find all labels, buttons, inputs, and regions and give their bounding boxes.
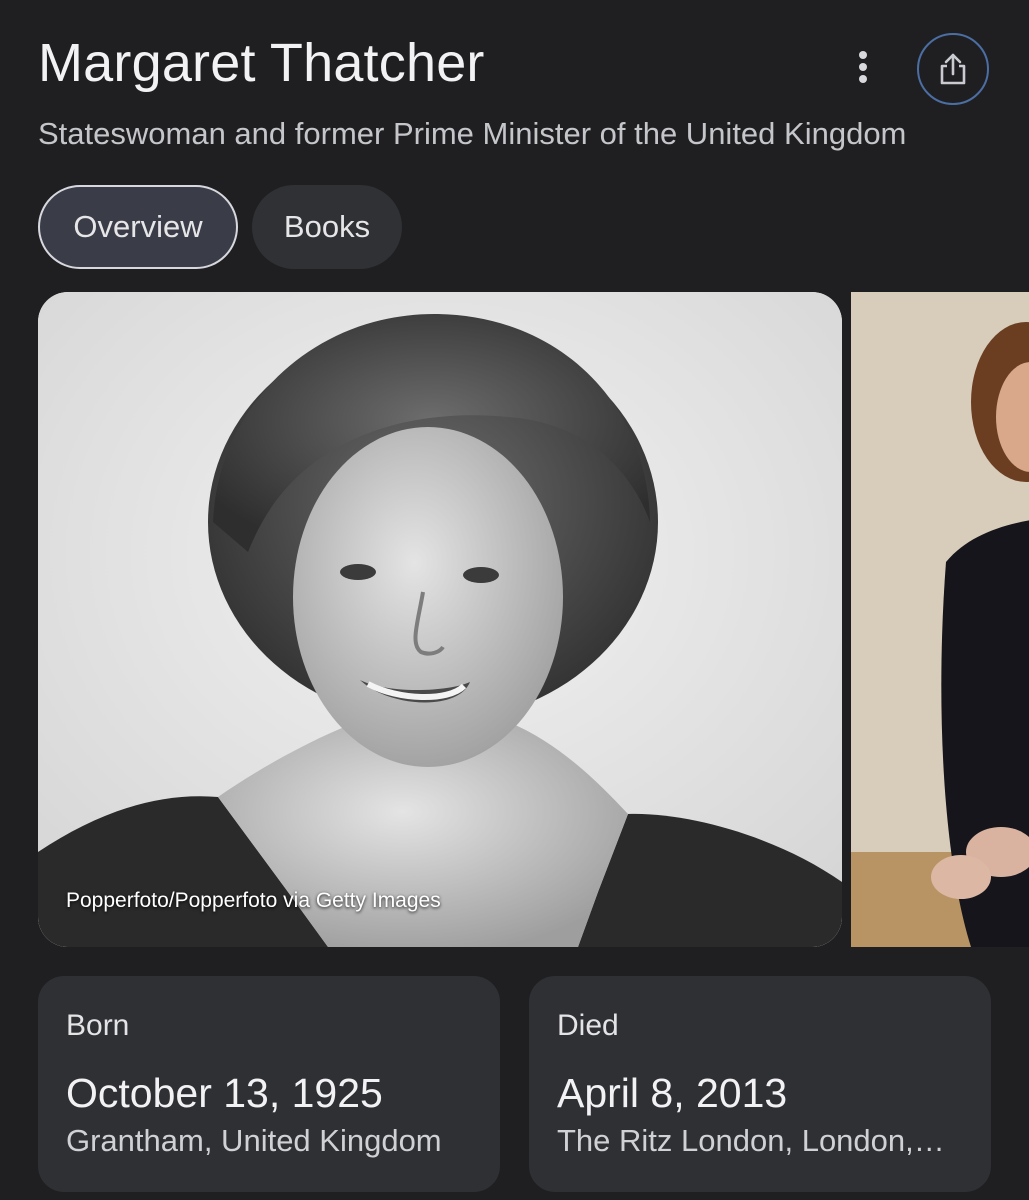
tab-books[interactable]: Books (252, 185, 402, 269)
more-options-button[interactable] (836, 40, 890, 94)
born-place: Grantham, United Kingdom (66, 1123, 442, 1158)
portrait-image (38, 292, 842, 947)
born-date: October 13, 1925 (66, 1070, 383, 1116)
page-title: Margaret Thatcher (38, 33, 485, 93)
died-card[interactable]: Died April 8, 2013 The Ritz London, Lond… (529, 976, 991, 1192)
share-icon (940, 53, 966, 85)
died-label: Died (557, 1009, 619, 1042)
main-photo[interactable]: Popperfoto/Popperfoto via Getty Images (38, 292, 842, 947)
photo-credit: Popperfoto/Popperfoto via Getty Images (66, 889, 441, 912)
knowledge-panel: Margaret Thatcher Stateswoman and former… (0, 0, 1029, 1200)
tab-overview[interactable]: Overview (38, 185, 238, 269)
died-place: The Ritz London, London,… (557, 1123, 945, 1158)
died-date: April 8, 2013 (557, 1070, 788, 1116)
tab-bar: Overview Books (38, 185, 402, 269)
secondary-photo[interactable] (851, 292, 1029, 947)
more-vert-icon (859, 51, 867, 83)
born-card[interactable]: Born October 13, 1925 Grantham, United K… (38, 976, 500, 1192)
portrait-image-color (851, 292, 1029, 947)
born-label: Born (66, 1009, 130, 1042)
share-button[interactable] (917, 33, 989, 105)
page-subtitle: Stateswoman and former Prime Minister of… (38, 116, 907, 151)
